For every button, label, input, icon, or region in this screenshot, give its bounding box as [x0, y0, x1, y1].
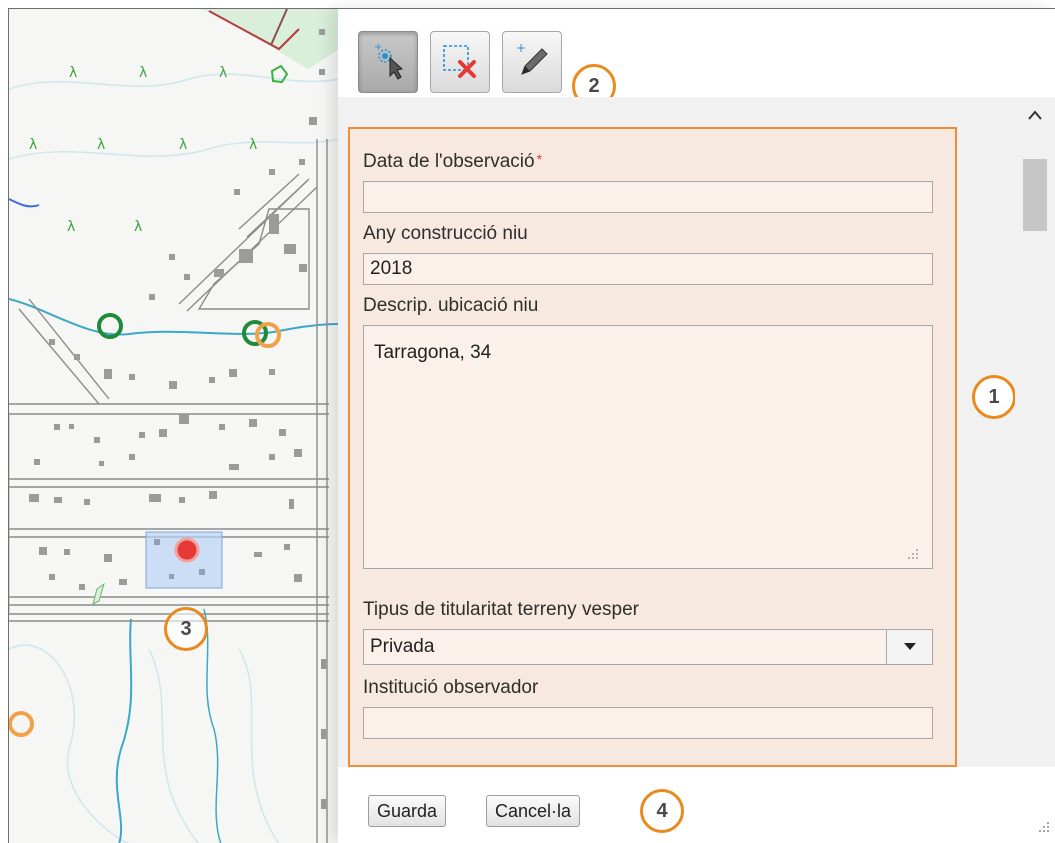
svg-text:λ: λ [139, 65, 147, 81]
svg-text:λ: λ [219, 65, 227, 81]
edit-tool-button[interactable]: + [502, 31, 562, 93]
map-view[interactable]: λ λ λ λ λ λ λ λ λ 3 [8, 8, 338, 843]
scrollbar-thumb[interactable] [1023, 159, 1047, 231]
land-ownership-type-label: Tipus de titularitat terreny vesper [363, 599, 639, 620]
svg-text:λ: λ [69, 65, 77, 81]
svg-text:+: + [516, 41, 526, 55]
observation-date-label-text: Data de l'observació [363, 151, 535, 172]
chevron-down-icon[interactable] [886, 630, 932, 664]
svg-text:λ: λ [134, 219, 142, 235]
app-stage: λ λ λ λ λ λ λ λ λ 3 + + 2 Data de l'observació… [0, 0, 1055, 843]
roads [9, 139, 329, 843]
buildings [29, 29, 326, 809]
observer-institution-label: Institució observador [363, 677, 539, 698]
scroll-up-icon[interactable] [1023, 103, 1047, 127]
land-ownership-type-value: Privada [370, 636, 435, 657]
land-ownership-type-select[interactable]: Privada [363, 629, 933, 665]
svg-text:λ: λ [179, 137, 187, 153]
map-point-orange[interactable] [9, 711, 34, 737]
stream [115, 618, 133, 843]
callout-3: 3 [164, 607, 208, 651]
nest-construction-year-field[interactable] [363, 253, 933, 285]
save-button[interactable]: Guarda [368, 795, 447, 827]
select-tool-button[interactable]: + [358, 31, 418, 93]
callout-4: 4 [640, 789, 684, 833]
selected-map-point[interactable] [174, 537, 200, 563]
attribute-form: Data de l'observació * Any construcció ni… [348, 127, 957, 767]
delete-selection-icon [440, 40, 480, 85]
svg-text:λ: λ [97, 137, 105, 153]
svg-text:+: + [374, 42, 382, 53]
required-marker: * [536, 151, 543, 167]
observer-institution-field[interactable] [363, 707, 933, 739]
nest-location-description-label: Descrip. ubicació niu [363, 295, 539, 316]
vegetation-symbols: λ λ λ λ λ λ λ λ λ [29, 65, 257, 235]
callout-number: 2 [588, 74, 600, 97]
cancel-button[interactable]: Cancel·la [486, 795, 581, 827]
contour-lines [9, 73, 338, 843]
callout-number: 1 [988, 385, 1000, 408]
callout-1: 1 [972, 375, 1016, 419]
callout-number: 3 [180, 617, 192, 640]
panel-resize-grip[interactable] [1035, 818, 1051, 839]
map-point-orange[interactable] [255, 322, 281, 348]
form-scroll-area[interactable]: Data de l'observació * Any construcció ni… [338, 97, 1055, 767]
svg-text:λ: λ [249, 137, 257, 153]
editor-panel: + + 2 Data de l'observació * Any constru… [338, 8, 1055, 843]
nest-location-description-field[interactable]: Tarragona, 34 [363, 325, 933, 569]
svg-text:λ: λ [29, 137, 37, 153]
edit-pencil-icon: + [512, 40, 552, 85]
river [9, 298, 338, 336]
svg-text:λ: λ [67, 219, 75, 235]
observation-date-label: Data de l'observació * [363, 151, 542, 173]
select-feature-icon: + [368, 40, 408, 85]
delete-selection-button[interactable] [430, 31, 490, 93]
vertical-scrollbar[interactable] [1015, 97, 1055, 767]
observation-date-field[interactable] [363, 181, 933, 213]
nest-construction-year-label: Any construcció niu [363, 223, 528, 244]
callout-number: 4 [656, 799, 668, 822]
map-canvas[interactable]: λ λ λ λ λ λ λ λ λ [9, 9, 338, 843]
